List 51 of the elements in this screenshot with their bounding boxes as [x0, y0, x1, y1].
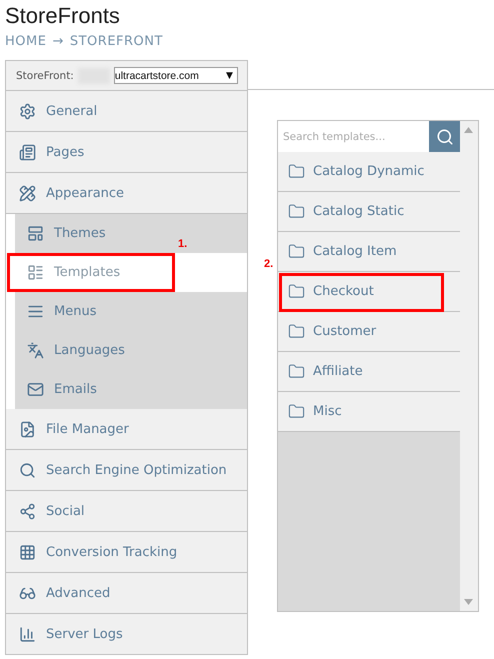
languages-icon	[27, 342, 44, 359]
search-field[interactable]: Search templates...	[278, 121, 429, 152]
breadcrumb-link[interactable]: HOME	[5, 34, 46, 60]
folder-icon	[288, 363, 305, 380]
sidebar-item[interactable]: Server Logs	[6, 614, 247, 655]
breadcrumb-link[interactable]: STOREFRONT	[70, 34, 163, 60]
mail-icon	[27, 381, 44, 398]
folder-icon	[288, 323, 305, 340]
layout-icon	[27, 225, 44, 242]
template-item[interactable]: Affiliate	[278, 352, 460, 392]
search-icon	[436, 128, 454, 146]
sidebar-subitem[interactable]: Languages	[15, 331, 247, 370]
storefront-label: StoreFront:	[16, 70, 74, 82]
template-item[interactable]: Catalog Static	[278, 192, 460, 232]
folder-icon	[288, 203, 305, 220]
sidebar-item[interactable]: Appearance	[6, 173, 247, 214]
sidebar-item[interactable]: Advanced	[6, 573, 247, 614]
search-icon	[19, 462, 36, 478]
template-item[interactable]: Checkout	[278, 272, 460, 312]
sidebar-item[interactable]: Search Engine Optimization	[6, 450, 247, 491]
breadcrumb-separator: →	[52, 34, 64, 51]
folder-icon	[288, 283, 305, 300]
scroll-up-arrow[interactable]	[464, 127, 473, 133]
page-title: StoreFronts	[5, 2, 121, 30]
grid-icon	[19, 544, 36, 560]
template-item[interactable]: Catalog Item	[278, 232, 460, 272]
settings-icon	[19, 102, 36, 120]
bar-chart-icon	[19, 626, 36, 642]
step-number: 2.	[264, 258, 274, 270]
sidebar-item[interactable]: File Manager	[6, 409, 247, 450]
folder-icon	[288, 163, 305, 180]
search-button[interactable]	[429, 121, 460, 152]
newspaper-icon	[19, 144, 36, 160]
sidebar-subitem[interactable]: Emails	[15, 370, 247, 409]
storefront-select[interactable]: ultracartstore.com ▼	[114, 67, 238, 84]
template-item[interactable]: Catalog Dynamic	[278, 152, 460, 192]
scroll-down-arrow[interactable]	[464, 599, 473, 605]
template-item[interactable]: Customer	[278, 312, 460, 352]
sidebar-item[interactable]: Conversion Tracking	[6, 532, 247, 573]
sidebar-item[interactable]: Pages	[6, 132, 247, 173]
sidebar-subitem[interactable]: Menus	[15, 292, 247, 331]
image-file-icon	[19, 420, 36, 438]
folder-icon	[288, 403, 305, 420]
folder-icon	[288, 243, 305, 260]
pencil-ruler-icon	[19, 184, 36, 202]
share-icon	[19, 502, 36, 520]
step-number: 1.	[178, 238, 188, 250]
lines-icon	[27, 303, 44, 320]
sidebar-item[interactable]: Social	[6, 491, 247, 532]
sidebar-item[interactable]: General	[6, 91, 247, 132]
template-icon	[27, 264, 44, 281]
